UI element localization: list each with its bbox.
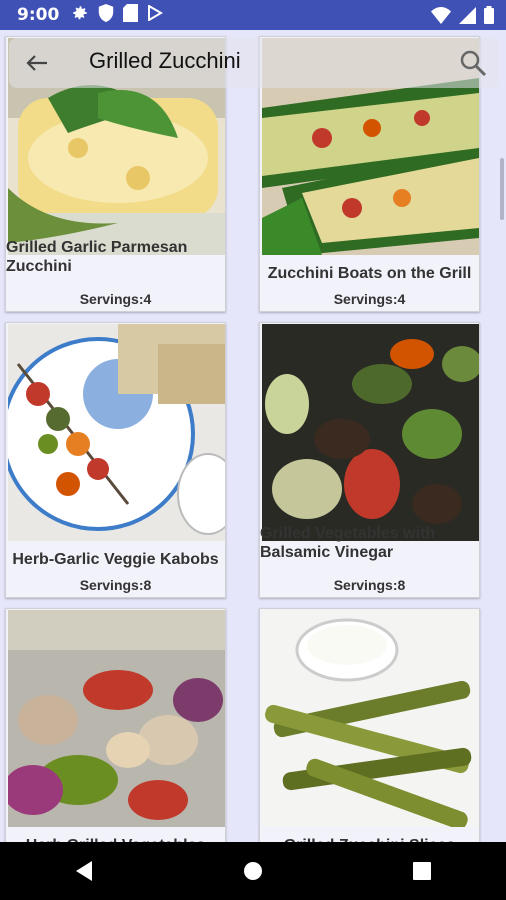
back-triangle-icon[interactable] [60,847,108,895]
recipe-card[interactable]: Herb-Garlic Veggie Kabobs Servings:8 [5,322,226,598]
recents-square-icon[interactable] [398,847,446,895]
search-icon[interactable] [459,49,487,77]
back-arrow-icon[interactable] [25,53,49,73]
status-time: 9:00 [17,5,60,25]
recipe-image [8,610,225,827]
scrollbar[interactable] [500,158,504,220]
search-input[interactable]: Grilled Zucchini [89,48,241,74]
wifi-icon [431,6,451,29]
gear-icon [71,4,89,27]
recipe-card[interactable]: Grilled Zucchini Slices [259,608,480,842]
status-bar: 9:00 [0,0,506,30]
recipe-title: Grilled Vegetables with Balsamic Vinegar [260,525,436,561]
search-bar[interactable]: Grilled Zucchini [9,38,499,88]
recipe-title: Zucchini Boats on the Grill [267,264,472,282]
recipe-servings: Servings:8 [79,577,152,593]
signal-icon [459,6,476,29]
sd-card-icon [123,3,139,27]
recipe-servings: Servings:4 [79,291,152,307]
recipe-title: Grilled Garlic Parmesan Zucchini [6,239,188,275]
recipe-title: Herb Grilled Vegetables [6,827,225,843]
shield-icon [98,3,114,27]
recipe-servings: Servings:4 [333,291,406,307]
recipe-card[interactable]: Grilled Vegetables with Balsamic Vinegar… [259,322,480,598]
recipe-title: Grilled Zucchini Slices [260,827,479,843]
recipe-image [262,610,479,827]
recipe-list[interactable]: Grilled Garlic Parmesan Zucchini Serving… [0,30,506,842]
recipe-card[interactable]: Herb Grilled Vegetables [5,608,226,842]
battery-icon [484,6,494,29]
recipe-title: Herb-Garlic Veggie Kabobs [12,550,219,568]
navigation-bar [0,842,506,900]
play-store-icon [147,3,164,26]
recipe-servings: Servings:8 [333,577,406,593]
recipe-image [8,324,225,541]
home-circle-icon[interactable] [229,847,277,895]
recipe-image [262,324,479,541]
